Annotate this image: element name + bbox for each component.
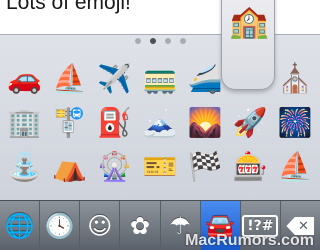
ticket-emoji[interactable]: 🎫: [137, 145, 182, 189]
office-building-emoji[interactable]: 🏢: [2, 101, 47, 145]
car-emoji[interactable]: 🚗: [2, 57, 47, 101]
message-text: Lots of emoji!: [6, 0, 131, 14]
fuel-pump-emoji[interactable]: ⛽: [92, 101, 137, 145]
tram-emoji[interactable]: 🚃: [137, 57, 182, 101]
globe-button[interactable]: 🌐: [0, 201, 41, 250]
checkered-flag-emoji[interactable]: 🏁: [183, 145, 228, 189]
sailboat-emoji[interactable]: ⛵: [273, 145, 318, 189]
emoji-row: ⛲ ⛺ 🎡 🎫 🏁 🎰 ⛵: [0, 145, 320, 189]
rocket-emoji[interactable]: 🚀: [228, 101, 273, 145]
sunrise-mountains-emoji[interactable]: 🌄: [183, 101, 228, 145]
globe-icon: 🌐: [4, 212, 35, 240]
church-emoji[interactable]: ⛪: [273, 57, 318, 101]
recent-clock-icon: 🕓: [44, 212, 75, 240]
emoji-preview-popup: 🏫: [221, 0, 275, 90]
page-dot[interactable]: [149, 38, 156, 44]
people-category-button[interactable]: ☺: [80, 201, 121, 250]
smiley-icon: ☺: [87, 212, 113, 240]
nature-category-button[interactable]: ✿: [120, 201, 161, 250]
recent-category-button[interactable]: 🕓: [40, 201, 81, 250]
sailboat-emoji[interactable]: ⛵: [47, 57, 92, 101]
page-dot[interactable]: [134, 38, 141, 44]
airplane-emoji[interactable]: ✈️: [92, 57, 137, 101]
slot-machine-emoji[interactable]: 🎰: [228, 145, 273, 189]
tent-emoji[interactable]: ⛺: [47, 145, 92, 189]
emoji-row: 🏢 🚏 ⛽ 🗻 🌄 🚀 🎆: [0, 101, 320, 145]
flower-icon: ✿: [129, 212, 150, 240]
page-dot[interactable]: [164, 38, 171, 44]
school-emoji: 🏫: [229, 2, 269, 40]
ferris-wheel-emoji[interactable]: 🎡: [92, 145, 137, 189]
bus-stop-emoji[interactable]: 🚏: [47, 101, 92, 145]
page-dot[interactable]: [179, 38, 186, 44]
fireworks-emoji[interactable]: 🎆: [273, 101, 318, 145]
mount-fuji-emoji[interactable]: 🗻: [137, 101, 182, 145]
watermark: MacRumors.com: [185, 232, 314, 249]
fountain-emoji[interactable]: ⛲: [2, 145, 47, 189]
